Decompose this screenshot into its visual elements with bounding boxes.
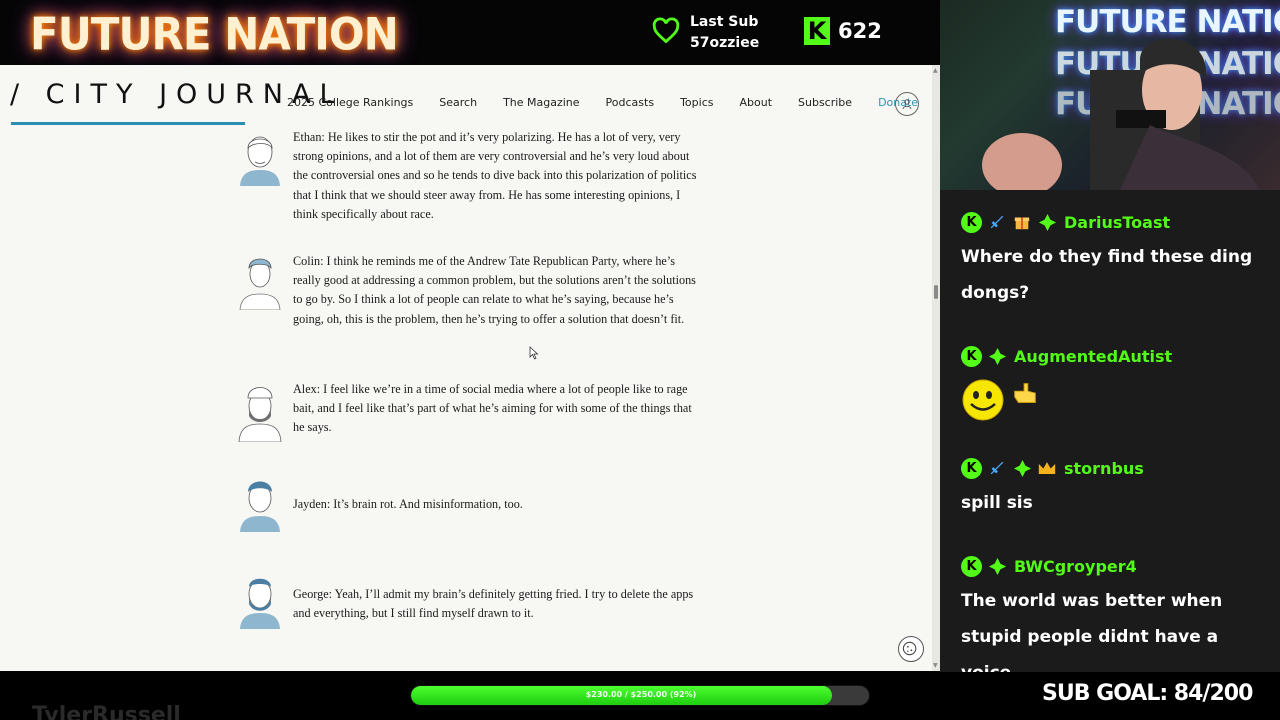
mouse-cursor-icon xyxy=(529,345,539,360)
sub-badge-icon xyxy=(987,346,1007,366)
nav-link-magazine[interactable]: The Magazine xyxy=(503,96,579,109)
site-header: / CITY JOURNAL 2025 College Rankings Sea… xyxy=(0,65,932,125)
page-scrollbar[interactable] xyxy=(932,65,940,671)
quote-text: Colin: I think he reminds me of the Andr… xyxy=(293,254,696,326)
chat-message-text: spill sis xyxy=(961,493,1033,513)
sword-badge-icon xyxy=(987,458,1007,478)
stream-brand-title: FUTURE NATION xyxy=(30,8,399,61)
chat-message: K DariusToast Where do they find these d… xyxy=(961,208,1271,311)
kick-badge-icon: K xyxy=(961,457,982,479)
kick-badge-icon: K xyxy=(961,345,982,367)
nav-link-about[interactable]: About xyxy=(739,96,772,109)
pointing-hand-emote-icon xyxy=(1009,378,1041,426)
chat-message: K BWCgroyper4 The world was better when … xyxy=(961,552,1271,672)
kick-badge-icon: K xyxy=(961,555,982,577)
chat-username[interactable]: AugmentedAutist xyxy=(1014,347,1172,366)
last-sub-widget: Last Sub 57ozziee xyxy=(652,12,759,54)
quote-text: Jayden: It’s brain rot. And misinformati… xyxy=(293,497,523,511)
george-portrait-icon xyxy=(237,571,283,629)
nav-link-college-rankings[interactable]: 2025 College Rankings xyxy=(287,96,413,109)
colin-portrait-icon xyxy=(237,252,283,311)
scroll-down-arrow-icon[interactable]: ▼ xyxy=(933,662,939,669)
quote-item: Alex: I feel like we’re in a time of soc… xyxy=(237,380,697,443)
heart-icon xyxy=(652,17,680,49)
nav-link-search[interactable]: Search xyxy=(439,96,477,109)
stream-top-bar: FUTURE NATION Last Sub 57ozziee K 622 xyxy=(0,0,940,65)
kick-logo-icon: K xyxy=(804,17,830,45)
quote-text: George: Yeah, I’ll admit my brain’s defi… xyxy=(293,587,694,621)
quote-item: George: Yeah, I’ll admit my brain’s defi… xyxy=(237,571,697,629)
quote-item: Colin: I think he reminds me of the Andr… xyxy=(237,252,697,329)
alex-portrait-icon xyxy=(237,380,283,443)
web-page-capture: / CITY JOURNAL 2025 College Rankings Sea… xyxy=(0,65,940,671)
sub-badge-icon xyxy=(1037,212,1057,232)
chat-message: K stornbus spill sis xyxy=(961,454,1271,521)
chat-message: K AugmentedAutist xyxy=(961,342,1271,426)
last-sub-user: 57ozziee xyxy=(690,35,760,51)
jayden-portrait-icon xyxy=(237,474,283,532)
reading-progress-bar xyxy=(11,122,245,125)
chat-panel: K DariusToast Where do they find these d… xyxy=(940,190,1280,672)
quote-item: Ethan: He likes to stir the pot and it’s… xyxy=(237,128,697,224)
nav-link-podcasts[interactable]: Podcasts xyxy=(606,96,655,109)
chat-username[interactable]: stornbus xyxy=(1064,459,1144,478)
chat-message-text: The world was better when stupid people … xyxy=(961,591,1223,672)
nav-link-topics[interactable]: Topics xyxy=(680,96,713,109)
site-nav-links: 2025 College Rankings Search The Magazin… xyxy=(287,96,918,109)
crown-badge-icon xyxy=(1037,458,1057,478)
sub-goal-counter: SUB GOAL: 84/200 xyxy=(1042,681,1253,706)
sub-badge-icon xyxy=(1012,458,1032,478)
streamer-name: TylerRussell xyxy=(32,703,181,720)
user-icon xyxy=(901,95,913,114)
follower-count: 622 xyxy=(838,19,882,43)
kick-badge-icon: K xyxy=(961,211,982,233)
donation-goal-bar: $230.00 / $250.00 (92%) xyxy=(410,685,870,706)
sword-badge-icon xyxy=(987,212,1007,232)
quote-text: Ethan: He likes to stir the pot and it’s… xyxy=(293,130,697,221)
chat-username[interactable]: BWCgroyper4 xyxy=(1014,557,1137,576)
webcam-feed: FUTURE NATION FUTURE NATION FUTURE NATIO… xyxy=(940,0,1280,190)
gift-badge-icon xyxy=(1012,212,1032,232)
scroll-up-arrow-icon[interactable]: ▲ xyxy=(933,67,939,74)
last-sub-label: Last Sub xyxy=(690,14,759,30)
nav-link-subscribe[interactable]: Subscribe xyxy=(798,96,852,109)
quote-item: Jayden: It’s brain rot. And misinformati… xyxy=(237,474,697,532)
scrollbar-thumb[interactable] xyxy=(934,285,938,299)
chat-username[interactable]: DariusToast xyxy=(1064,213,1170,232)
ethan-portrait-icon xyxy=(237,128,283,186)
kick-follower-count: K 622 xyxy=(804,17,882,45)
quote-text: Alex: I feel like we’re in a time of soc… xyxy=(293,382,692,435)
donation-goal-text: $230.00 / $250.00 (92%) xyxy=(585,690,697,699)
chat-message-text: Where do they find these ding dongs? xyxy=(961,247,1253,303)
account-button[interactable] xyxy=(895,92,919,116)
smiley-emote-icon xyxy=(961,378,1005,426)
cookie-icon xyxy=(899,641,922,664)
cookie-settings-button[interactable] xyxy=(898,636,924,662)
sub-badge-icon xyxy=(987,556,1007,576)
